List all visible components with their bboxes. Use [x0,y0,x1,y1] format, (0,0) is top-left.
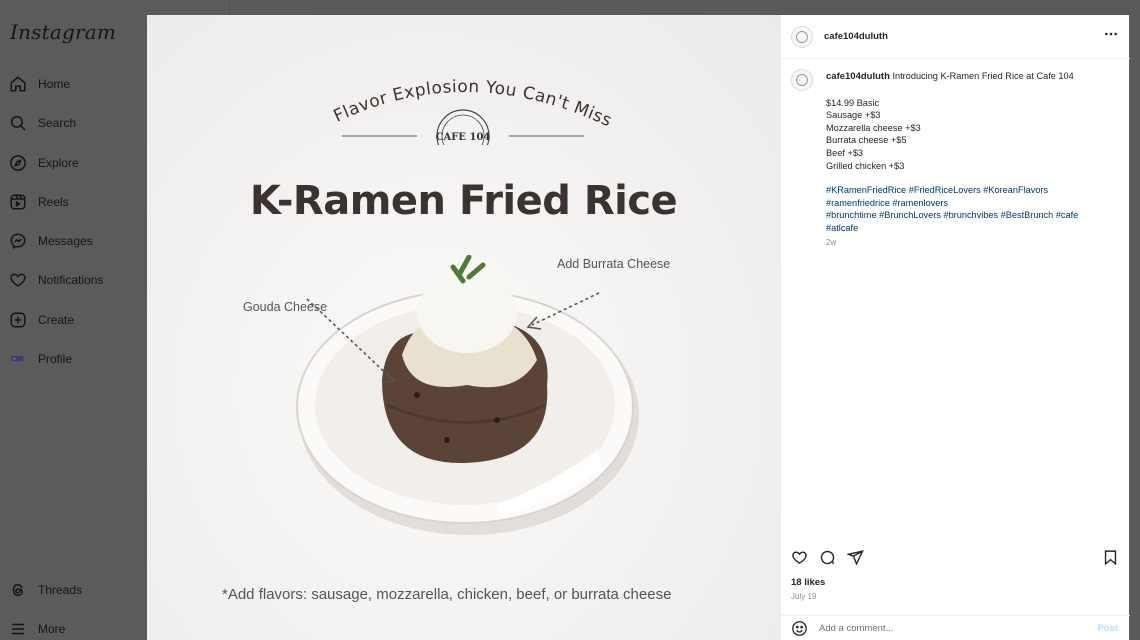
search-icon [8,113,28,133]
sidebar-item-messages[interactable]: Messages [8,226,93,256]
sidebar-item-label: Reels [38,195,69,209]
instagram-logo[interactable]: Instagram [10,20,116,44]
sidebar-item-label: Profile [38,352,73,366]
post-header: cafe104duluth [781,15,1130,59]
price-line: $14.99 Basic [826,97,880,108]
post-username[interactable]: cafe104duluth [824,31,888,42]
post-date: July 19 [791,592,817,601]
sidebar-item-create[interactable]: Create [8,305,74,335]
sidebar-item-profile[interactable]: Profile [8,344,72,374]
sidebar-item-label: More [38,622,66,636]
threads-icon [8,580,28,600]
more-horizontal-icon[interactable] [1104,27,1118,46]
price-line: Burrata cheese +$5 [826,135,907,146]
cafe-logo-text: CAFE 104 [436,132,491,143]
heart-icon [8,270,28,290]
compass-icon [8,153,28,173]
sidebar-item-reels[interactable]: Reels [8,187,69,217]
callout-burrata: Add Burrata Cheese [557,257,671,271]
tagline-arc: A Flavor Explosion You Can't Miss! CAFE … [147,35,615,145]
caption-age: 2w [826,237,837,247]
caption-intro: Introducing K-Ramen Fried Rice at Cafe 1… [892,71,1074,81]
tagline-text: A Flavor Explosion You Can't Miss! [147,35,615,131]
post-image[interactable]: A Flavor Explosion You Can't Miss! CAFE … [147,15,780,640]
fried-rice-plate [296,255,639,535]
plus-square-icon [8,310,28,330]
post-modal: A Flavor Explosion You Can't Miss! CAFE … [147,15,1130,640]
image-footnote: *Add flavors: sausage, mozzarella, chick… [222,586,672,603]
comment-input[interactable] [819,622,1089,634]
comment-icon[interactable] [819,549,836,566]
sidebar-item-more[interactable]: More [8,614,65,640]
sidebar-item-home[interactable]: Home [8,69,70,99]
comment-bar: Post [781,615,1130,640]
avatar[interactable] [791,25,813,48]
sidebar-item-label: Messages [38,234,93,248]
svg-text:A Flavor Explosion You Can't M: A Flavor Explosion You Can't Miss! [147,35,615,131]
sidebar-item-threads[interactable]: Threads [8,575,82,605]
price-line: Sausage +$3 [826,110,881,121]
callout-gouda: Gouda Cheese [243,300,328,314]
sidebar-item-label: Threads [38,583,83,597]
reels-icon [8,192,28,212]
avatar[interactable] [791,69,813,91]
post-details-panel: cafe104duluth cafe104duluth Introducing … [780,15,1130,640]
share-send-icon[interactable] [847,549,864,566]
post-caption: cafe104duluth Introducing K-Ramen Fried … [791,69,1121,247]
menu-icon [8,619,28,639]
hashtag-line[interactable]: #atlcafe [826,222,1078,235]
like-heart-icon[interactable] [791,549,808,566]
avatar-icon [8,349,28,369]
image-headline: K-Ramen Fried Rice [249,178,678,224]
caption-username[interactable]: cafe104duluth [826,71,890,82]
sidebar-item-notifications[interactable]: Notifications [8,265,103,295]
price-line: Grilled chicken +$3 [826,160,905,171]
sidebar-item-label: Home [38,77,71,91]
sidebar-item-label: Explore [38,156,79,170]
post-comment-button[interactable]: Post [1097,623,1118,634]
bookmark-icon[interactable] [1102,549,1119,566]
sidebar-item-search[interactable]: Search [8,108,76,138]
home-icon [8,74,28,94]
hashtag-line[interactable]: #ramenfriedrice #ramenlovers [826,197,1078,210]
hashtag-line[interactable]: #brunchtime #BrunchLovers #brunchvibes #… [826,209,1078,222]
price-line: Beef +$3 [826,147,864,158]
emoji-icon[interactable] [791,620,808,637]
messenger-icon [8,231,28,251]
likes-count[interactable]: 18 likes [791,577,825,588]
sidebar-item-label: Search [38,116,77,130]
sidebar-item-label: Create [38,313,75,327]
sidebar-item-explore[interactable]: Explore [8,148,79,178]
sidebar-item-label: Notifications [38,273,104,287]
post-actions [781,543,1130,571]
hashtag-line[interactable]: #KRamenFriedRice #FriedRiceLovers #Korea… [826,184,1078,197]
price-line: Mozzarella cheese +$3 [826,122,921,133]
